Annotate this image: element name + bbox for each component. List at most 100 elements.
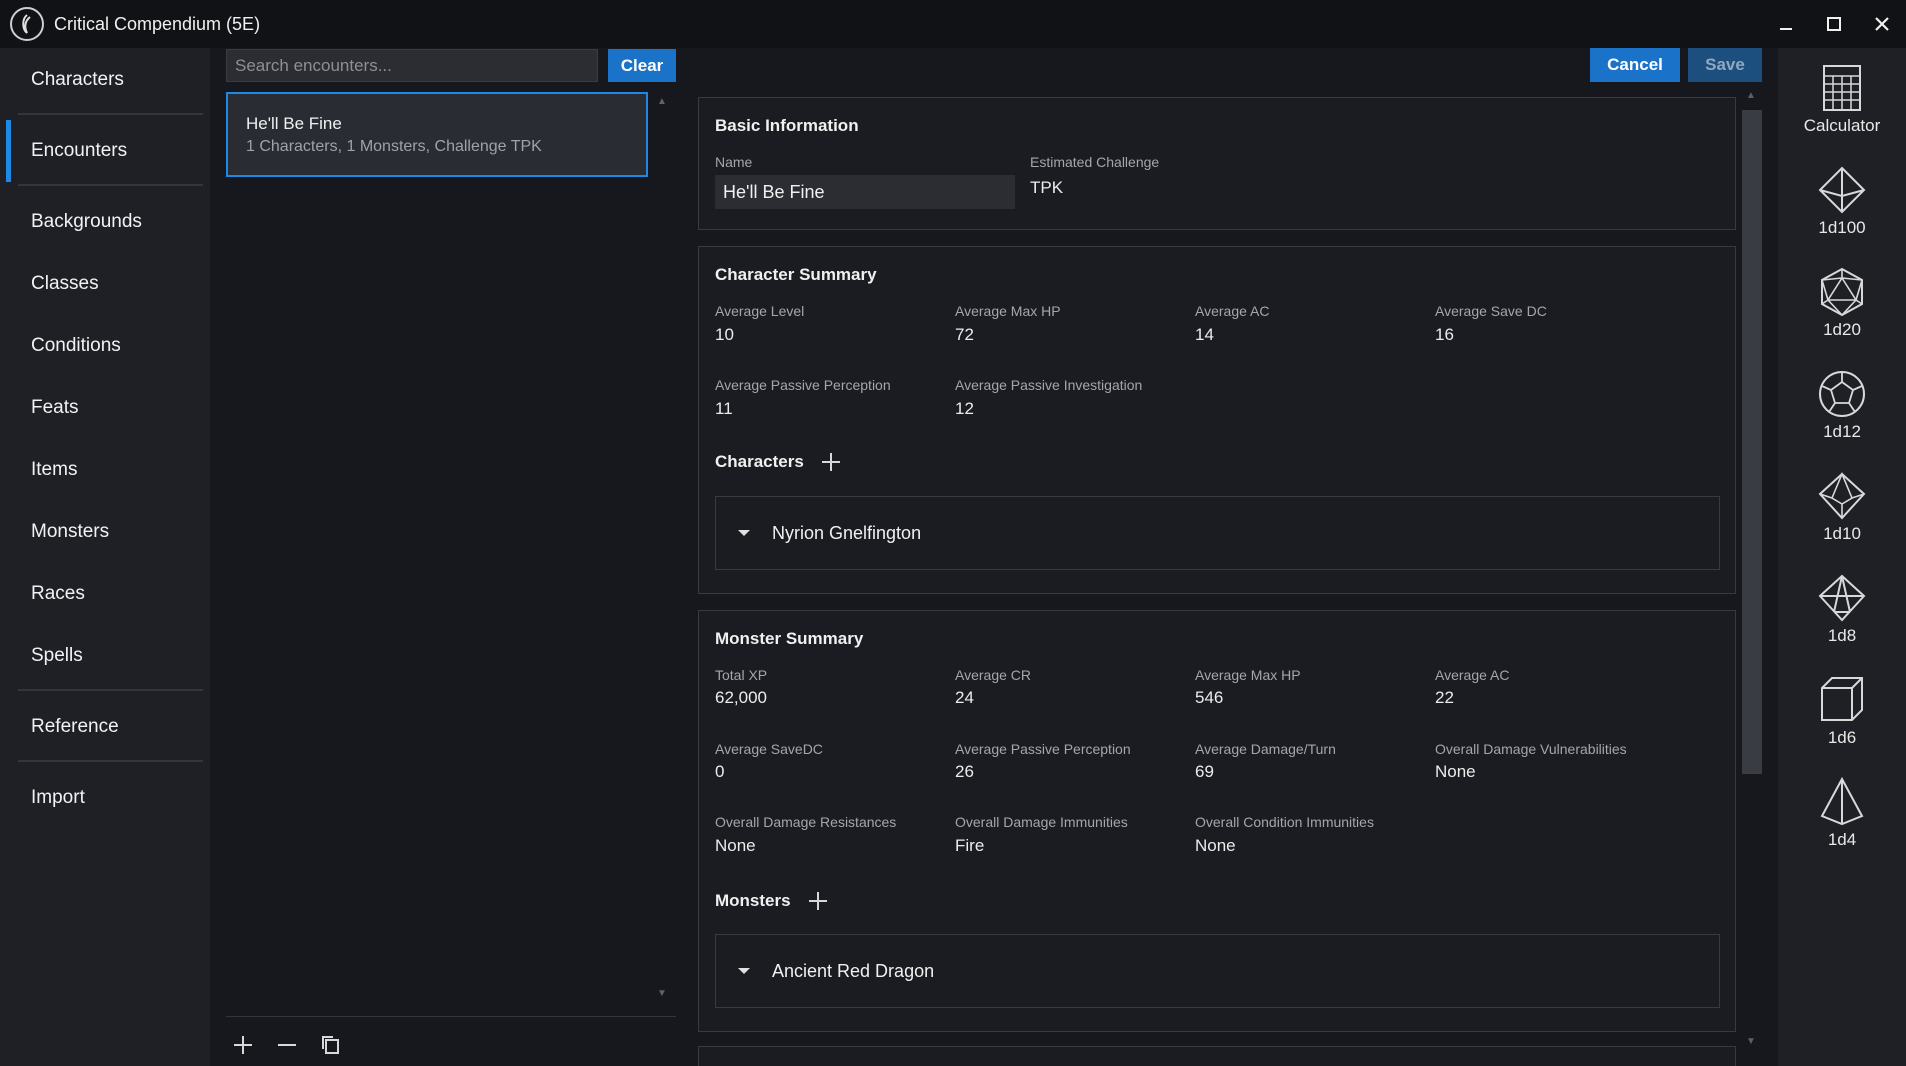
d6-icon xyxy=(1816,674,1868,726)
stat-value: Fire xyxy=(955,836,984,856)
stat-label: Average CR xyxy=(955,667,1031,683)
stat-value: None xyxy=(1435,762,1476,782)
list-item-subtitle: 1 Characters, 1 Monsters, Challenge TPK xyxy=(246,138,646,156)
save-button[interactable]: Save xyxy=(1688,48,1762,82)
monster-summary-card: Monster Summary Total XP 62,000 Average … xyxy=(698,610,1736,1032)
d12-icon xyxy=(1816,368,1868,420)
stat-value: 16 xyxy=(1435,325,1454,345)
stat-label: Average Save DC xyxy=(1435,303,1547,319)
nav-item-monsters[interactable]: Monsters xyxy=(18,512,203,552)
stat-value: 26 xyxy=(955,762,974,782)
list-item-encounter[interactable]: He'll Be Fine 1 Characters, 1 Monsters, … xyxy=(226,92,648,177)
stat-label: Average Passive Perception xyxy=(955,741,1131,757)
nav-item-reference[interactable]: Reference xyxy=(18,707,203,747)
nav-item-items[interactable]: Items xyxy=(18,450,203,490)
estimated-challenge-label: Estimated Challenge xyxy=(1030,154,1159,170)
nav-item-conditions[interactable]: Conditions xyxy=(18,326,203,366)
nav-item-classes[interactable]: Classes xyxy=(18,264,203,304)
stat-label: Average AC xyxy=(1435,667,1509,683)
d8-tool[interactable]: 1d8 xyxy=(1778,572,1906,662)
character-entry-name: Nyrion Gnelfington xyxy=(772,523,921,544)
add-character-icon[interactable] xyxy=(820,451,842,473)
stat-value: None xyxy=(1195,836,1236,856)
clear-button[interactable]: Clear xyxy=(608,49,676,82)
name-label: Name xyxy=(715,154,752,170)
list-scroll-up-icon[interactable]: ▲ xyxy=(657,96,667,107)
d100-tool[interactable]: 1d100 xyxy=(1778,164,1906,254)
character-summary-title: Character Summary xyxy=(715,265,877,285)
d10-tool[interactable]: 1d10 xyxy=(1778,470,1906,560)
d100-label: 1d100 xyxy=(1818,218,1865,238)
d10-icon xyxy=(1816,470,1868,522)
nav-divider xyxy=(18,113,203,115)
window-title: Critical Compendium (5E) xyxy=(54,14,260,35)
d8-icon xyxy=(1816,572,1868,624)
stat-value: 72 xyxy=(955,325,974,345)
nav-item-backgrounds[interactable]: Backgrounds xyxy=(18,202,203,242)
d20-icon xyxy=(1816,266,1868,318)
calculator-label: Calculator xyxy=(1804,116,1881,136)
search-input[interactable] xyxy=(226,49,598,82)
duplicate-encounter-button[interactable] xyxy=(316,1030,346,1060)
maximize-button[interactable] xyxy=(1810,0,1858,48)
add-encounter-button[interactable] xyxy=(228,1030,258,1060)
app-logo-icon xyxy=(10,7,44,41)
cancel-button[interactable]: Cancel xyxy=(1590,48,1680,82)
stat-label: Overall Damage Immunities xyxy=(955,814,1128,830)
stat-label: Average Passive Perception xyxy=(715,377,891,393)
d6-tool[interactable]: 1d6 xyxy=(1778,674,1906,764)
minimize-button[interactable] xyxy=(1762,0,1810,48)
add-monster-icon[interactable] xyxy=(807,890,829,912)
d20-tool[interactable]: 1d20 xyxy=(1778,266,1906,356)
nav-item-spells[interactable]: Spells xyxy=(18,636,203,676)
scroll-thumb[interactable] xyxy=(1742,110,1762,774)
nav-item-races[interactable]: Races xyxy=(18,574,203,614)
stat-label: Overall Damage Resistances xyxy=(715,814,896,830)
scroll-down-icon[interactable]: ▼ xyxy=(1746,1036,1756,1047)
d12-tool[interactable]: 1d12 xyxy=(1778,368,1906,458)
stat-value: 12 xyxy=(955,399,974,419)
monster-entry[interactable]: Ancient Red Dragon xyxy=(715,934,1720,1008)
expand-caret-icon[interactable] xyxy=(738,530,750,536)
d4-tool[interactable]: 1d4 xyxy=(1778,776,1906,866)
remove-encounter-button[interactable] xyxy=(272,1030,302,1060)
stat-label: Overall Condition Immunities xyxy=(1195,814,1374,830)
tools-panel: Calculator 1d100 1d20 1d12 1d10 1d8 xyxy=(1778,48,1906,1066)
name-field[interactable] xyxy=(715,175,1015,209)
stat-value: 22 xyxy=(1435,688,1454,708)
nav-divider xyxy=(18,184,203,186)
monster-entry-name: Ancient Red Dragon xyxy=(772,961,934,982)
expand-caret-icon[interactable] xyxy=(738,968,750,974)
stat-label: Average AC xyxy=(1195,303,1269,319)
scroll-up-icon[interactable]: ▲ xyxy=(1746,90,1756,101)
d20-label: 1d20 xyxy=(1823,320,1861,340)
characters-section-header: Characters xyxy=(715,451,842,473)
stat-label: Average Passive Investigation xyxy=(955,377,1142,393)
stat-label: Average Damage/Turn xyxy=(1195,741,1336,757)
list-item-title: He'll Be Fine xyxy=(246,114,646,134)
stat-value: 62,000 xyxy=(715,688,767,708)
nav-active-indicator xyxy=(6,120,11,182)
basic-information-title: Basic Information xyxy=(715,116,859,136)
stat-value: 10 xyxy=(715,325,734,345)
monsters-section-header: Monsters xyxy=(715,890,829,912)
stat-label: Average Max HP xyxy=(955,303,1061,319)
list-footer-divider xyxy=(226,1016,676,1017)
nav-item-characters[interactable]: Characters xyxy=(18,60,203,100)
stat-value: 69 xyxy=(1195,762,1214,782)
basic-information-card: Basic Information Name Estimated Challen… xyxy=(698,97,1736,230)
nav-item-feats[interactable]: Feats xyxy=(18,388,203,428)
calculator-icon xyxy=(1816,62,1868,114)
list-scroll-down-icon[interactable]: ▼ xyxy=(657,988,667,999)
character-entry[interactable]: Nyrion Gnelfington xyxy=(715,496,1720,570)
d100-icon xyxy=(1816,164,1868,216)
nav-item-import[interactable]: Import xyxy=(18,778,203,818)
stat-label: Average SaveDC xyxy=(715,741,823,757)
nav-item-encounters[interactable]: Encounters xyxy=(18,131,203,171)
d4-label: 1d4 xyxy=(1828,830,1856,850)
calculator-tool[interactable]: Calculator xyxy=(1778,62,1906,152)
d6-label: 1d6 xyxy=(1828,728,1856,748)
close-button[interactable] xyxy=(1858,0,1906,48)
estimated-challenge-value: TPK xyxy=(1030,178,1063,198)
stat-value: 24 xyxy=(955,688,974,708)
